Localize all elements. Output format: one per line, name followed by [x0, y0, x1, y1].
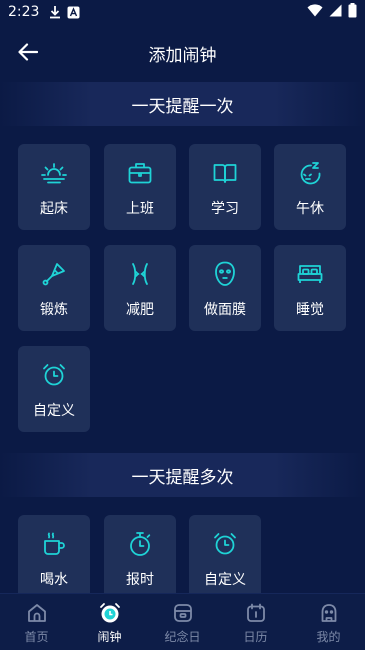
- alarm-tile-face-mask[interactable]: 做面膜: [189, 245, 261, 331]
- home-icon: [26, 602, 48, 624]
- nav-item-calendar[interactable]: 日历: [219, 594, 292, 650]
- calendar-icon: [245, 602, 267, 624]
- bed-icon: [297, 261, 323, 287]
- download-icon: [49, 5, 61, 19]
- alarm-tile-custom-multi[interactable]: 自定义: [189, 515, 261, 601]
- alarm-tile-label: 自定义: [33, 403, 75, 419]
- alarm-tile-label: 上班: [126, 201, 154, 217]
- nav-item-profile[interactable]: 我的: [292, 594, 365, 650]
- bottom-nav: 首页 闹钟 纪念日 日历 我的: [0, 593, 365, 650]
- nav-item-anniversary[interactable]: 纪念日: [146, 594, 219, 650]
- status-bar: 2:23: [0, 0, 365, 24]
- alarm-tile-work[interactable]: 上班: [104, 144, 176, 230]
- waist-icon: [127, 261, 153, 287]
- book-icon: [212, 160, 238, 186]
- anniversary-icon: [172, 602, 194, 624]
- nav-label: 闹钟: [97, 630, 122, 644]
- alarm-tile-lose-weight[interactable]: 减肥: [104, 245, 176, 331]
- alarm-tile-study[interactable]: 学习: [189, 144, 261, 230]
- section-once-title: 一天提醒一次: [131, 96, 234, 117]
- alarm-tile-exercise[interactable]: 锻炼: [18, 245, 90, 331]
- alarm-tile-sleep[interactable]: 睡觉: [274, 245, 346, 331]
- alarm-tile-chime[interactable]: 报时: [104, 515, 176, 601]
- back-button[interactable]: [14, 40, 42, 68]
- nap-icon: [297, 160, 323, 186]
- stopwatch-icon: [127, 531, 153, 557]
- alarm-icon: [99, 602, 121, 624]
- nav-label: 我的: [316, 630, 341, 644]
- face-mask-icon: [212, 261, 238, 287]
- section-multi-title: 一天提醒多次: [131, 467, 234, 488]
- alarm-tile-drink-water[interactable]: 喝水: [18, 515, 90, 601]
- section-multi-header: 一天提醒多次: [0, 453, 365, 497]
- alarm-clock-icon: [41, 362, 67, 388]
- alarm-tile-label: 学习: [211, 201, 239, 217]
- alarm-tile-label: 起床: [40, 201, 68, 217]
- page-title: 添加闹钟: [148, 45, 217, 66]
- notification-a-icon: [67, 6, 80, 19]
- alarm-tile-label: 锻炼: [40, 302, 68, 318]
- app-header: 添加闹钟: [0, 24, 365, 82]
- alarm-tile-custom[interactable]: 自定义: [18, 346, 90, 432]
- alarm-tile-wake-up[interactable]: 起床: [18, 144, 90, 230]
- alarm-tile-nap[interactable]: 午休: [274, 144, 346, 230]
- alarm-tile-label: 减肥: [126, 302, 154, 318]
- nav-item-alarm[interactable]: 闹钟: [73, 594, 146, 650]
- back-arrow-icon: [18, 43, 39, 65]
- shuttlecock-icon: [41, 261, 67, 287]
- nav-label: 日历: [243, 630, 268, 644]
- battery-icon: [348, 2, 357, 22]
- section-once-header: 一天提醒一次: [0, 82, 365, 126]
- alarm-tile-label: 睡觉: [296, 302, 324, 318]
- signal-icon: [329, 4, 342, 21]
- sunrise-icon: [41, 160, 67, 186]
- alarm-tile-label: 喝水: [40, 572, 68, 588]
- cup-icon: [41, 531, 67, 557]
- alarm-tile-label: 做面膜: [204, 302, 246, 318]
- briefcase-icon: [127, 160, 153, 186]
- nav-label: 纪念日: [164, 630, 201, 644]
- alarm-tile-label: 午休: [296, 201, 324, 217]
- alarm-clock-icon: [212, 531, 238, 557]
- nav-item-home[interactable]: 首页: [0, 594, 73, 650]
- status-time: 2:23: [8, 4, 40, 20]
- nav-label: 首页: [24, 630, 49, 644]
- wifi-icon: [307, 3, 323, 21]
- alarm-tile-label: 自定义: [204, 572, 246, 588]
- alarm-tile-label: 报时: [126, 572, 154, 588]
- profile-icon: [318, 602, 340, 624]
